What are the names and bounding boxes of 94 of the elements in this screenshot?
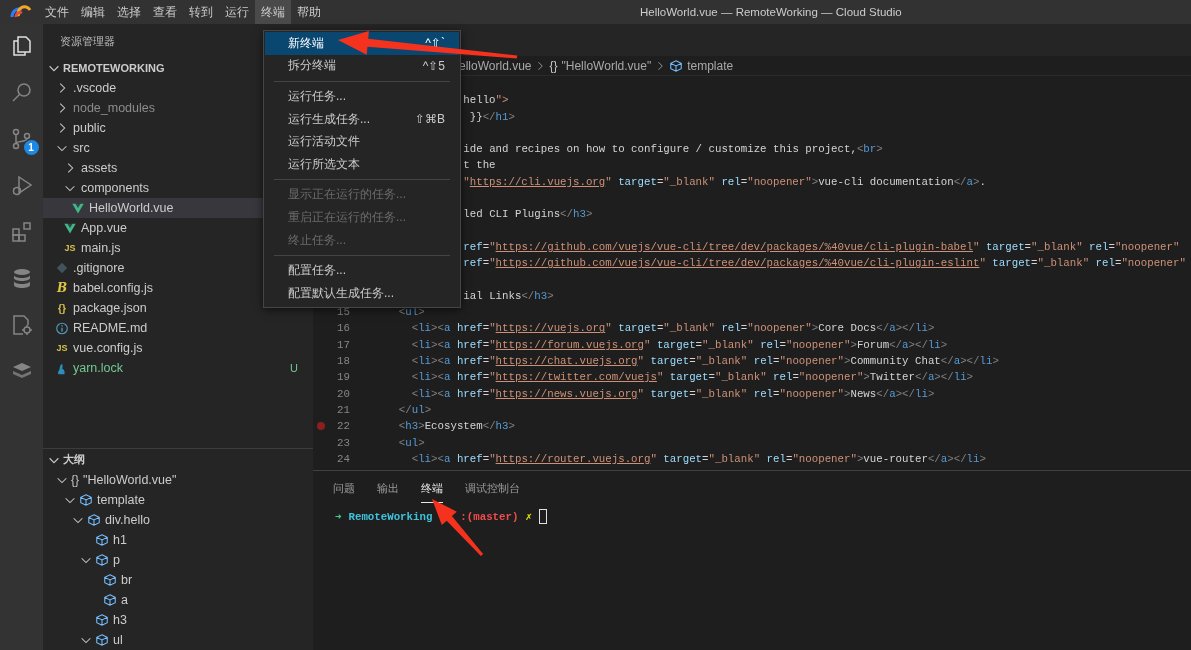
cube-icon (95, 633, 109, 647)
file-type-icon: JS (55, 343, 69, 353)
code-line: }}</h1> (468, 109, 515, 125)
panel-tab[interactable]: 问题 (333, 472, 355, 503)
menu-item[interactable]: 编辑 (75, 0, 111, 24)
outline-item[interactable]: div.hello (43, 510, 313, 530)
menu-item[interactable]: 运行 (219, 0, 255, 24)
project-title[interactable]: REMOTEWORKING (63, 62, 165, 74)
code-line: ref="https://github.com/vuejs/vue-cli/tree/dev/packages/%40vue/cli-plugin-babel" target="_blank" rel="noopener" (463, 239, 1180, 255)
outline-item[interactable]: {} "HelloWorld.vue" (43, 470, 313, 490)
code-line: led CLI Plugins</h3> (463, 207, 593, 223)
menu-item[interactable]: 配置默认生成任务... (265, 281, 459, 305)
cube-icon (87, 513, 101, 527)
code-line: <li><a href="https://vuejs.org" target="_blank" rel="noopener">Core Docs</a></li> (410, 321, 935, 337)
code-line: <li><a href="https://chat.vuejs.org" target="_blank" rel="noopener">Community Chat</a></li> (410, 354, 999, 370)
notification-badge: 1 (23, 140, 39, 155)
terminal-text: :(master) (460, 510, 519, 523)
v-logo-icon (63, 221, 77, 235)
file-tree-item[interactable]: yarn.lock U (43, 358, 313, 378)
code-line: ial Links</h3> (463, 288, 554, 304)
menu-item[interactable]: 运行任务... (265, 85, 459, 108)
cube-icon (79, 493, 93, 507)
info-icon (55, 321, 69, 335)
line-number: 19 (337, 370, 350, 386)
line-number: 16 (337, 321, 350, 337)
line-number: 20 (337, 386, 350, 402)
file-tree-item[interactable]: JS vue.config.js (43, 338, 313, 358)
outline-item[interactable]: p (43, 550, 313, 570)
extensions-icon[interactable] (9, 220, 34, 244)
file-tree-item[interactable]: README.md (43, 318, 313, 338)
outline-item[interactable]: h1 (43, 530, 313, 550)
menu-item[interactable]: 选择 (111, 0, 147, 24)
code-line: <li><a href="https://forum.vuejs.org" target="_blank" rel="noopener">Forum</a></li> (410, 337, 948, 353)
file-type-icon: {} (55, 302, 69, 314)
cube-icon (95, 613, 109, 627)
code-line: ref="https://github.com/vuejs/vue-cli/tree/dev/packages/%40vue/cli-plugin-eslint" target="_blank" rel="noopener" (463, 256, 1186, 272)
breakpoint-dot[interactable] (317, 422, 325, 431)
panel-tab[interactable]: 调试控制台 (465, 472, 520, 503)
braces-icon: {} (71, 473, 79, 487)
panel-tab[interactable]: 输出 (377, 472, 399, 503)
terminal-cursor (538, 509, 547, 524)
breadcrumb-item[interactable]: template (687, 58, 734, 73)
code-line: ide and recipes on how to configure / customize this project,<br> (463, 142, 883, 158)
cube-icon (103, 573, 117, 587)
line-number: 24 (337, 451, 350, 467)
code-line: <li><a href="https://news.vuejs.org" target="_blank" rel="noopener">News</a></li> (410, 386, 935, 402)
menu-item[interactable]: 运行所选文本 (265, 152, 459, 176)
outline-item[interactable]: template (43, 490, 313, 510)
diamond-icon (55, 262, 69, 274)
line-number: 15 (337, 305, 350, 321)
code-line: <li><a href="https://router.vuejs.org" target="_blank" rel="noopener">vue-router</a></li> (410, 451, 986, 467)
outline-item[interactable]: a (43, 590, 313, 610)
code-line: </ul> (397, 402, 432, 418)
cube-icon (669, 58, 684, 73)
menu-item[interactable]: 查看 (147, 0, 183, 24)
code-line: hello"> (463, 93, 509, 109)
terminal-text: ➜ (335, 510, 342, 523)
cube-icon (95, 533, 109, 547)
code-line: <ul> (397, 435, 425, 451)
menu-item[interactable]: 文件 (39, 0, 75, 24)
file-type-icon: JS (63, 243, 77, 253)
menu-item[interactable]: 运行活动文件 (265, 130, 459, 153)
file-type-icon: B (55, 281, 69, 295)
code-line: <li><a href="https://twitter.com/vuejs" target="_blank" rel="noopener">Twitter</a></li> (410, 370, 974, 386)
line-number: 23 (337, 435, 350, 451)
git-status: U (290, 362, 298, 374)
breadcrumb-item[interactable]: elloWorld.vue (459, 58, 532, 73)
outline-item[interactable]: ul (43, 630, 313, 650)
line-number: 18 (337, 354, 350, 370)
sidebar-title: 资源管理器 (60, 35, 115, 47)
menu-item[interactable]: 配置任务... (265, 259, 459, 282)
menu-item[interactable]: 终端 (255, 0, 291, 24)
menu-item[interactable]: 运行生成任务... ⇧⌘B (265, 107, 459, 131)
menu-item[interactable]: 转到 (183, 0, 219, 24)
code-line: "https://cli.vuejs.org" target="_blank" rel="noopener">vue-cli documentation</a>. (463, 174, 986, 190)
terminal-text: RemoteWorking (348, 510, 433, 523)
menu-item[interactable]: 拆分终端 ^⇧5 (265, 54, 459, 78)
terminal-text: ✗ (525, 510, 532, 523)
line-number: 21 (337, 402, 350, 418)
line-number: 22 (337, 419, 350, 435)
window-title: HelloWorld.vue — RemoteWorking — Cloud Studio (640, 5, 902, 20)
logo-icon (10, 5, 32, 19)
cube-icon (95, 553, 109, 567)
breadcrumb-item[interactable]: "HelloWorld.vue" (561, 58, 652, 73)
v-logo-icon (71, 201, 85, 215)
line-number: 17 (337, 337, 350, 353)
outline-item[interactable]: br (43, 570, 313, 590)
code-line: t the (463, 158, 496, 174)
code-line: <h3>Ecosystem</h3> (397, 419, 515, 435)
menu-item[interactable]: 帮助 (291, 0, 327, 24)
outline-item[interactable]: h3 (43, 610, 313, 630)
braces-icon: {} (549, 58, 558, 73)
cube-icon (103, 593, 117, 607)
section-title[interactable]: 大纲 (63, 452, 85, 467)
